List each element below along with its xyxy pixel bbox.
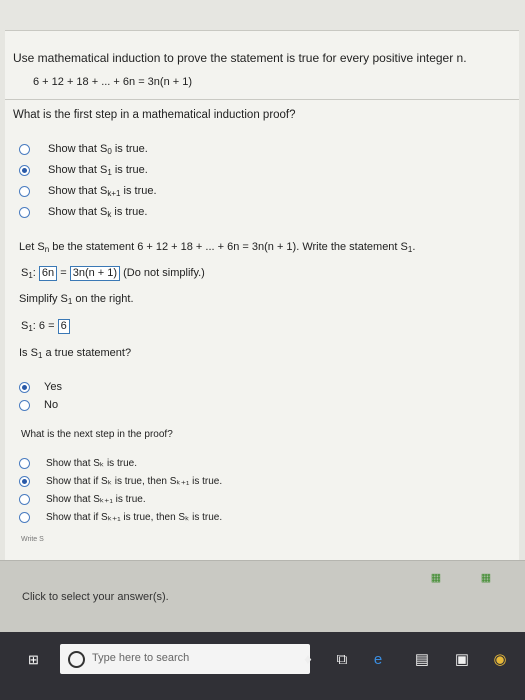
option-label: Show that if Sₖ₊₁ is true, then Sₖ is tr… bbox=[46, 512, 223, 523]
radio-button[interactable] bbox=[19, 458, 30, 469]
chrome-icon[interactable]: ◉ bbox=[490, 650, 510, 670]
windows-start-icon[interactable]: ⊞ bbox=[28, 652, 42, 667]
grid-icon-2[interactable]: ▦ bbox=[480, 571, 492, 584]
task-view-icon[interactable]: ⧉ bbox=[332, 650, 352, 670]
store-icon[interactable]: ▣ bbox=[452, 650, 472, 670]
q2-option-s1[interactable]: Show that S1 is true. bbox=[19, 164, 148, 177]
question-panel: Use mathematical induction to prove the … bbox=[5, 30, 519, 561]
question1-prompt: Use mathematical induction to prove the … bbox=[13, 51, 467, 65]
option-label: Show that Sk is true. bbox=[48, 206, 148, 219]
option-label: Show that S0 is true. bbox=[48, 143, 148, 156]
q2-option-sk[interactable]: Show that Sk is true. bbox=[19, 206, 147, 219]
taskbar-search-box[interactable]: Type here to search bbox=[60, 644, 310, 674]
cutoff-text: Write S bbox=[21, 536, 44, 543]
q2-option-s0[interactable]: Show that S0 is true. bbox=[19, 143, 148, 156]
q6-option-0[interactable]: Show that Sₖ is true. bbox=[19, 458, 137, 469]
radio-button-selected[interactable] bbox=[19, 476, 30, 487]
radio-button[interactable] bbox=[19, 144, 30, 155]
radio-button[interactable] bbox=[19, 399, 30, 411]
question3-prompt: Let Sn be the statement 6 + 12 + 18 + ..… bbox=[19, 241, 416, 254]
radio-button[interactable] bbox=[19, 494, 30, 505]
q6-option-2[interactable]: Show that Sₖ₊₁ is true. bbox=[19, 494, 146, 505]
windows-taskbar: ⊞ Type here to search ♦ ⧉ e ▤ ▣ ◉ bbox=[0, 632, 525, 700]
search-placeholder: Type here to search bbox=[92, 652, 190, 664]
option-label: Show that Sₖ is true. bbox=[46, 458, 137, 469]
question4-prompt: Simplify S1 on the right. bbox=[19, 293, 134, 306]
option-label: Show that Sk+1 is true. bbox=[48, 185, 157, 198]
option-label: Show that if Sₖ is true, then Sₖ₊₁ is tr… bbox=[46, 476, 223, 487]
option-label: Yes bbox=[44, 381, 62, 393]
radio-button[interactable] bbox=[19, 207, 30, 218]
q6-option-1[interactable]: Show that if Sₖ is true, then Sₖ₊₁ is tr… bbox=[19, 476, 222, 487]
option-label: No bbox=[44, 399, 59, 411]
note: (Do not simplify.) bbox=[123, 267, 205, 279]
click-to-select-text: Click to select your answer(s). bbox=[22, 591, 169, 603]
radio-button-selected[interactable] bbox=[19, 381, 30, 393]
file-explorer-icon[interactable]: ▤ bbox=[412, 650, 432, 670]
microphone-icon[interactable]: ♦ bbox=[298, 650, 318, 670]
q5-option-no[interactable]: No bbox=[19, 399, 58, 411]
answer-box-right[interactable]: 3n(n + 1) bbox=[69, 266, 121, 281]
question1-equation: 6 + 12 + 18 + ... + 6n = 3n(n + 1) bbox=[33, 76, 193, 88]
cortana-icon bbox=[68, 651, 85, 668]
radio-button-selected[interactable] bbox=[19, 165, 30, 176]
radio-button[interactable] bbox=[19, 512, 30, 523]
question3-answer-row: S1: 6n = 3n(n + 1) (Do not simplify.) bbox=[21, 266, 205, 281]
option-label: Show that S1 is true. bbox=[48, 164, 148, 177]
footer-bar: ▦ ▦ Click to select your answer(s). bbox=[0, 560, 525, 633]
divider bbox=[5, 99, 519, 100]
q6-option-3[interactable]: Show that if Sₖ₊₁ is true, then Sₖ is tr… bbox=[19, 512, 222, 523]
question5-prompt: Is S1 a true statement? bbox=[19, 347, 132, 360]
screen: Use mathematical induction to prove the … bbox=[0, 0, 525, 700]
radio-button[interactable] bbox=[19, 186, 30, 197]
grid-icon[interactable]: ▦ bbox=[430, 571, 442, 584]
question4-answer-row: S1: 6 = 6 bbox=[21, 319, 70, 334]
question6-prompt: What is the next step in the proof? bbox=[21, 429, 173, 440]
q5-option-yes[interactable]: Yes bbox=[19, 381, 62, 393]
edge-icon[interactable]: e bbox=[368, 650, 388, 670]
q2-option-sk1[interactable]: Show that Sk+1 is true. bbox=[19, 185, 157, 198]
answer-box-left[interactable]: 6n bbox=[38, 266, 58, 281]
option-label: Show that Sₖ₊₁ is true. bbox=[46, 494, 146, 505]
answer-box[interactable]: 6 bbox=[57, 319, 70, 334]
question2-prompt: What is the first step in a mathematical… bbox=[13, 109, 296, 121]
